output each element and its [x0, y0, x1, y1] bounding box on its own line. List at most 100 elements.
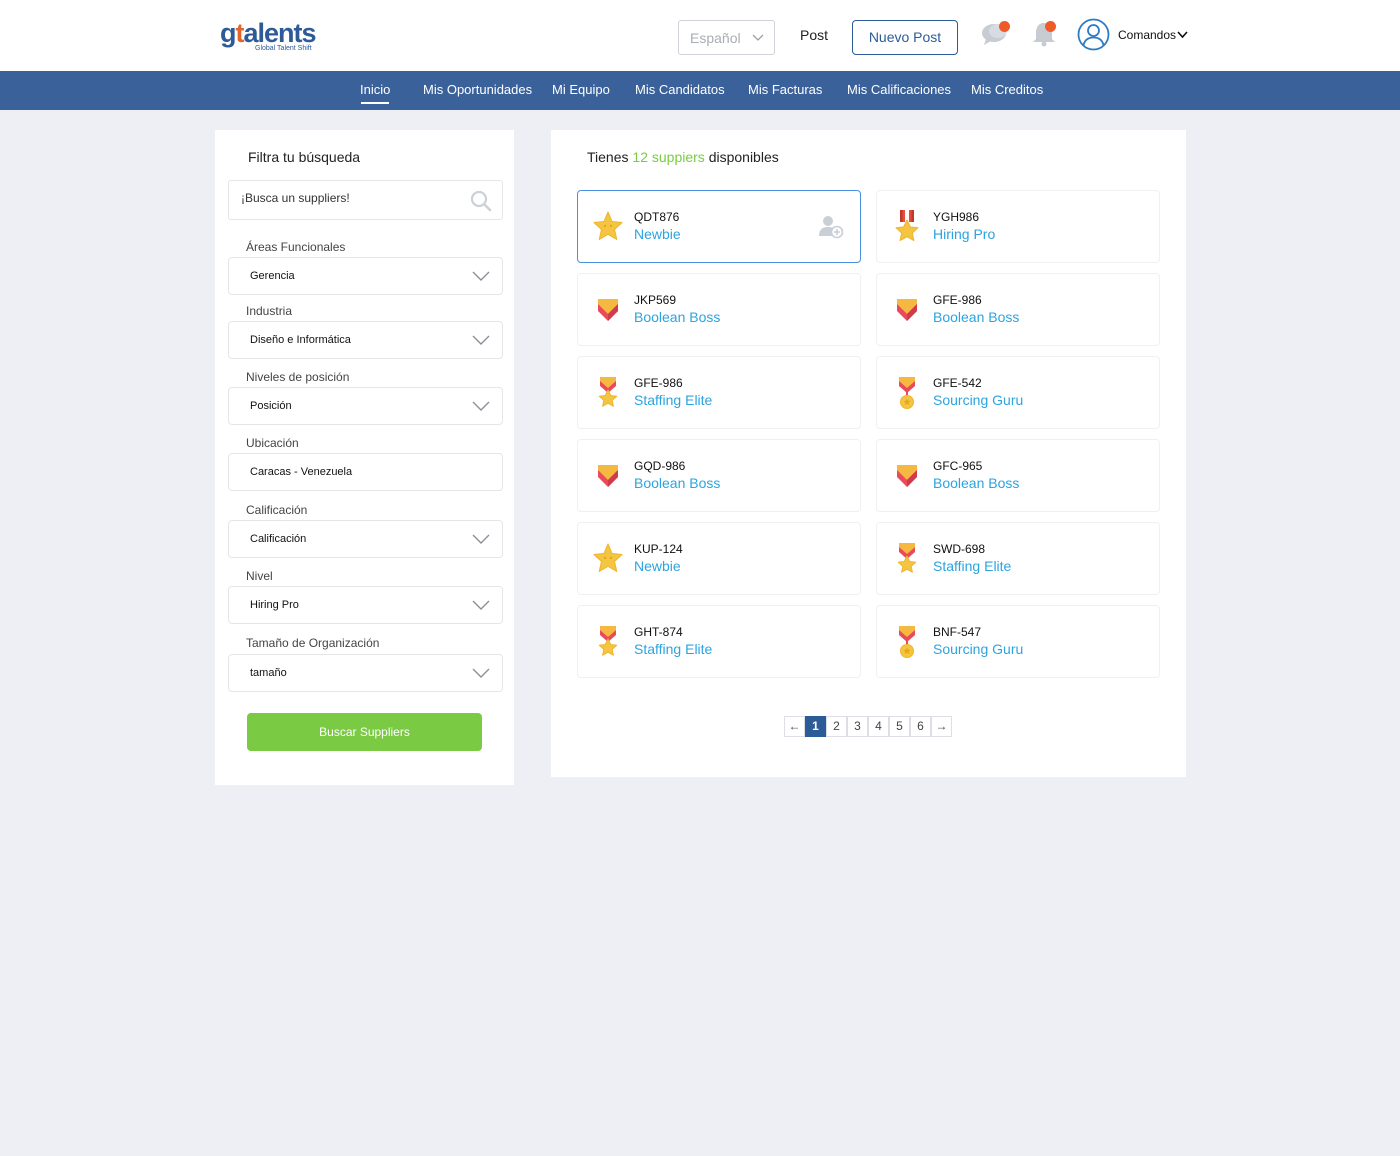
pagination-page-5[interactable]: 5	[889, 716, 910, 737]
functional-areas-label: Áreas Funcionales	[246, 240, 346, 254]
shield-medal-badge-icon	[891, 375, 923, 411]
logo-tagline: Global Talent Shift	[255, 45, 312, 52]
chevron-down-icon	[472, 335, 490, 345]
results-summary: Tienes 12 suppiers disponibles	[587, 149, 779, 165]
shield-badge-icon	[891, 292, 923, 328]
shield-star-badge-icon	[891, 541, 923, 577]
messages-notification-dot	[999, 21, 1010, 32]
supplier-card[interactable]: BNF-547 Sourcing Guru	[876, 605, 1160, 678]
top-header: gtalents Global Talent Shift Español Pos…	[0, 0, 1400, 71]
post-link[interactable]: Post	[800, 27, 828, 43]
notifications-dot	[1045, 21, 1056, 32]
supplier-card[interactable]: GFE-986 Staffing Elite	[577, 356, 861, 429]
location-input[interactable]: Caracas - Venezuela	[228, 453, 503, 491]
supplier-code: GFE-986	[933, 293, 982, 307]
location-label: Ubicación	[246, 436, 299, 450]
supplier-level: Boolean Boss	[933, 309, 1020, 325]
shield-badge-icon	[592, 458, 624, 494]
supplier-code: GFE-542	[933, 376, 982, 390]
supplier-code: KUP-124	[634, 542, 683, 556]
supplier-card[interactable]: GFE-986 Boolean Boss	[876, 273, 1160, 346]
nav-item-mi-equipo[interactable]: Mi Equipo	[552, 82, 610, 97]
supplier-card[interactable]: YGH986 Hiring Pro	[876, 190, 1160, 263]
pagination-page-6[interactable]: 6	[910, 716, 931, 737]
shield-star-badge-icon	[592, 375, 624, 411]
nav-item-mis-creditos[interactable]: Mis Creditos	[971, 82, 1043, 97]
notifications-button[interactable]	[1032, 20, 1058, 48]
results-count: 12 suppiers	[632, 149, 705, 165]
nav-item-mis-oportunidades[interactable]: Mis Oportunidades	[423, 82, 532, 97]
language-value: Español	[690, 30, 741, 46]
supplier-code: GFC-965	[933, 459, 983, 473]
pagination-prev-button[interactable]: ←	[784, 716, 805, 737]
supplier-level: Sourcing Guru	[933, 641, 1024, 657]
position-levels-value: Posición	[250, 400, 292, 412]
supplier-search-input[interactable]	[241, 191, 461, 205]
results-suffix: disponibles	[708, 149, 779, 165]
position-levels-select[interactable]: Posición	[228, 387, 503, 425]
supplier-level: Newbie	[634, 226, 681, 242]
supplier-code: SWD-698	[933, 542, 986, 556]
results-prefix: Tienes	[587, 149, 629, 165]
industry-label: Industria	[246, 304, 293, 318]
chevron-down-icon	[752, 34, 764, 41]
nav-item-mis-facturas[interactable]: Mis Facturas	[748, 82, 822, 97]
supplier-card[interactable]: GQD-986 Boolean Boss	[577, 439, 861, 512]
filter-title: Filtra tu búsqueda	[248, 149, 361, 165]
pagination-page-3[interactable]: 3	[847, 716, 868, 737]
main-nav: Inicio Mis Oportunidades Mi Equipo Mis C…	[0, 71, 1400, 110]
supplier-level: Boolean Boss	[634, 475, 721, 491]
user-menu[interactable]: Comandos	[1077, 18, 1189, 52]
shield-badge-icon	[891, 458, 923, 494]
chevron-down-icon	[472, 600, 490, 610]
user-menu-label: Comandos	[1118, 28, 1177, 42]
supplier-card[interactable]: GFE-542 Sourcing Guru	[876, 356, 1160, 429]
supplier-code: GFE-986	[634, 376, 683, 390]
supplier-card[interactable]: QDT876 Newbie	[577, 190, 861, 263]
shield-badge-icon	[592, 292, 624, 328]
language-select[interactable]: Español	[678, 20, 775, 55]
star-badge-icon	[592, 209, 624, 245]
level-select[interactable]: Hiring Pro	[228, 586, 503, 624]
pagination-page-2[interactable]: 2	[826, 716, 847, 737]
supplier-level: Sourcing Guru	[933, 392, 1024, 408]
shield-medal-badge-icon	[891, 624, 923, 660]
supplier-card[interactable]: SWD-698 Staffing Elite	[876, 522, 1160, 595]
filter-panel: Filtra tu búsqueda Áreas Funcionales Ger…	[215, 130, 514, 785]
chevron-down-icon	[472, 401, 490, 411]
gtalents-logo[interactable]: gtalents Global Talent Shift	[220, 18, 330, 54]
supplier-card[interactable]: KUP-124 Newbie	[577, 522, 861, 595]
supplier-level: Hiring Pro	[933, 226, 996, 242]
supplier-card[interactable]: GFC-965 Boolean Boss	[876, 439, 1160, 512]
logo-wordmark: gtalents	[220, 18, 317, 48]
pagination-page-1[interactable]: 1	[805, 716, 826, 737]
nav-item-mis-candidatos[interactable]: Mis Candidatos	[635, 82, 725, 97]
supplier-level: Newbie	[634, 558, 681, 574]
organization-size-value: tamaño	[250, 667, 287, 679]
rating-select[interactable]: Calificación	[228, 520, 503, 558]
industry-select[interactable]: Diseño e Informática	[228, 321, 503, 359]
pagination-next-button[interactable]: →	[931, 716, 952, 737]
new-post-button[interactable]: Nuevo Post	[852, 20, 958, 55]
functional-areas-select[interactable]: Gerencia	[228, 257, 503, 295]
organization-size-select[interactable]: tamaño	[228, 654, 503, 692]
supplier-card[interactable]: GHT-874 Staffing Elite	[577, 605, 861, 678]
search-suppliers-button[interactable]: Buscar Suppliers	[247, 713, 482, 751]
supplier-search-box[interactable]	[228, 180, 503, 220]
functional-areas-value: Gerencia	[250, 270, 295, 282]
nav-item-inicio[interactable]: Inicio	[360, 82, 390, 104]
supplier-level: Staffing Elite	[634, 641, 713, 657]
search-icon[interactable]	[470, 190, 492, 212]
supplier-level: Staffing Elite	[933, 558, 1012, 574]
pagination-page-4[interactable]: 4	[868, 716, 889, 737]
user-avatar-icon	[1077, 18, 1110, 51]
nav-item-mis-calificaciones[interactable]: Mis Calificaciones	[847, 82, 951, 97]
supplier-card[interactable]: JKP569 Boolean Boss	[577, 273, 861, 346]
chevron-down-icon	[472, 668, 490, 678]
messages-button[interactable]	[981, 20, 1011, 48]
add-user-icon[interactable]	[818, 213, 844, 244]
organization-size-label: Tamaño de Organización	[246, 636, 380, 650]
level-value: Hiring Pro	[250, 599, 299, 611]
supplier-level: Staffing Elite	[634, 392, 713, 408]
ribbon-star-badge-icon	[891, 209, 923, 245]
